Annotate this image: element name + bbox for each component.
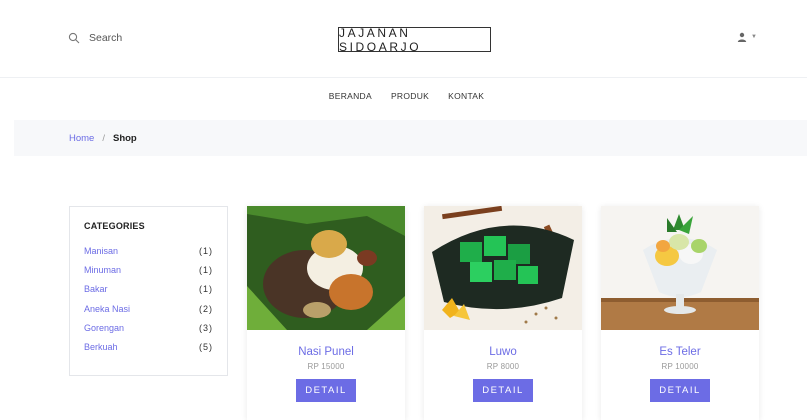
category-count: (5) <box>199 342 213 353</box>
search-trigger[interactable]: Search <box>68 32 122 44</box>
breadcrumb-home-link[interactable]: Home <box>69 133 94 144</box>
nav-item-produk[interactable]: PRODUK <box>391 91 429 101</box>
categories-panel: CATEGORIES Manisan (1) Minuman (1) Bakar (1… <box>69 206 228 376</box>
product-image[interactable] <box>424 206 582 330</box>
detail-button[interactable]: DETAIL <box>650 379 710 402</box>
main-nav: BERANDA PRODUK KONTAK <box>0 91 807 101</box>
product-name[interactable]: Nasi Punel <box>247 346 405 358</box>
category-count: (1) <box>199 264 213 275</box>
site-header: Search JAJANAN SIDOARJO ▼ <box>0 0 807 78</box>
category-item[interactable]: Berkuah (5) <box>84 337 213 356</box>
category-name[interactable]: Minuman <box>84 265 121 275</box>
breadcrumb-separator: / <box>102 132 105 144</box>
category-item[interactable]: Minuman (1) <box>84 260 213 279</box>
product-price: RP 8000 <box>486 362 520 371</box>
category-name[interactable]: Manisan <box>84 246 118 256</box>
chevron-down-icon: ▼ <box>751 34 757 40</box>
category-name[interactable]: Aneka Nasi <box>84 304 130 314</box>
site-logo[interactable]: JAJANAN SIDOARJO <box>338 26 491 54</box>
product-image[interactable] <box>247 206 405 330</box>
category-count: (3) <box>199 322 213 333</box>
category-count: (1) <box>199 245 213 256</box>
product-name[interactable]: Luwo <box>424 346 582 358</box>
category-name[interactable]: Bakar <box>84 284 108 294</box>
user-menu[interactable]: ▼ <box>737 32 757 42</box>
categories-title: CATEGORIES <box>84 221 145 231</box>
product-name[interactable]: Es Teler <box>601 346 759 358</box>
nav-item-kontak[interactable]: KONTAK <box>448 91 484 101</box>
category-item[interactable]: Aneka Nasi (2) <box>84 299 213 318</box>
category-item[interactable]: Manisan (1) <box>84 241 213 260</box>
product-card-nasi-punel: Nasi Punel RP 15000 DETAIL <box>247 206 405 420</box>
category-count: (2) <box>199 303 213 314</box>
breadcrumb-current: Shop <box>112 132 137 144</box>
search-label: Search <box>89 32 123 44</box>
category-item[interactable]: Gorengan (3) <box>84 318 213 337</box>
product-image[interactable] <box>601 206 759 330</box>
product-card-luwo: Luwo RP 8000 DETAIL <box>424 206 582 420</box>
category-item[interactable]: Bakar (1) <box>84 280 213 299</box>
product-card-es-teler: Es Teler RP 10000 DETAIL <box>601 206 759 420</box>
detail-button[interactable]: DETAIL <box>473 379 533 402</box>
nav-item-beranda[interactable]: BERANDA <box>329 91 372 101</box>
search-icon <box>68 32 80 44</box>
breadcrumb: Home / Shop <box>14 120 807 156</box>
category-name[interactable]: Berkuah <box>84 342 118 352</box>
categories-list: Manisan (1) Minuman (1) Bakar (1) Aneka Nas… <box>84 241 213 357</box>
category-name[interactable]: Gorengan <box>84 323 124 333</box>
product-price: RP 15000 <box>307 362 345 371</box>
product-price: RP 10000 <box>661 362 699 371</box>
user-icon <box>737 32 747 42</box>
detail-button[interactable]: DETAIL <box>296 379 356 402</box>
category-count: (1) <box>199 284 213 295</box>
